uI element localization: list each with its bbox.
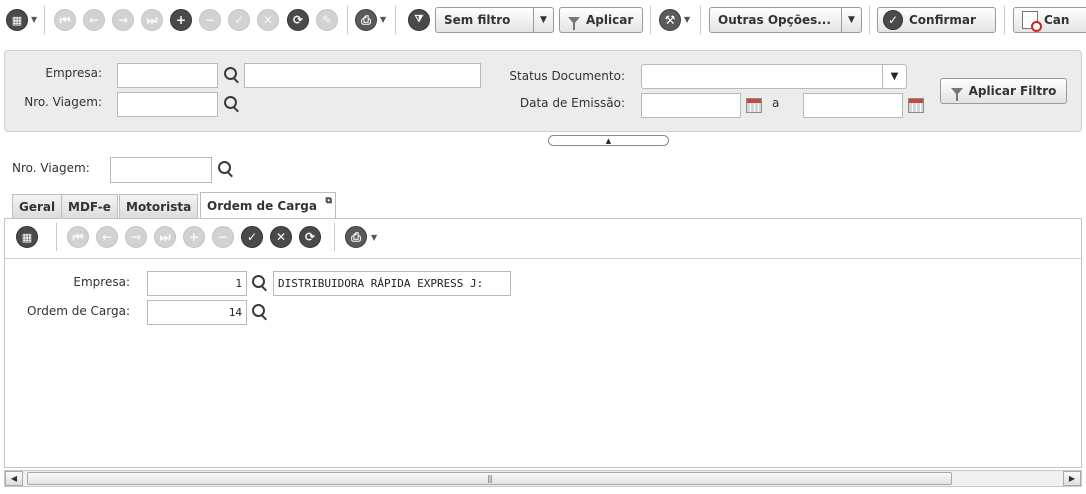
detail-empresa-label: Empresa:	[73, 275, 130, 289]
scroll-right-icon[interactable]: ▶	[1063, 471, 1081, 486]
other-options-button[interactable]: Outras Opções... ▼	[709, 7, 862, 33]
filter-empresa-code-input[interactable]	[117, 63, 218, 88]
filter-empresa-name-input[interactable]	[244, 63, 481, 88]
detail-empresa-name-input: DISTRIBUIDORA RÁPIDA EXPRESS J:	[273, 271, 511, 296]
refresh-icon[interactable]: ⟳	[299, 226, 321, 248]
previous-record-icon: ←	[83, 9, 105, 31]
filter-empresa-label: Empresa:	[45, 66, 102, 80]
chevron-down-icon[interactable]: ▼	[841, 8, 861, 32]
chevron-down-icon[interactable]: ▼	[882, 65, 906, 88]
data-emissao-end-input[interactable]	[803, 93, 903, 118]
search-icon[interactable]	[223, 95, 241, 115]
status-documento-select[interactable]: ▼	[641, 64, 907, 89]
calendar-icon[interactable]	[746, 98, 762, 113]
last-record-icon: ⏭	[154, 226, 176, 248]
refresh-icon[interactable]: ⟳	[287, 9, 309, 31]
filter-select[interactable]: Sem filtro ▼	[435, 7, 554, 33]
detail-toolbar-divider	[5, 258, 1081, 259]
filter-nro-viagem-input[interactable]	[117, 92, 218, 117]
add-record-icon: +	[183, 226, 205, 248]
search-icon[interactable]	[251, 303, 269, 323]
tab-content-panel	[4, 218, 1082, 468]
confirm-icon[interactable]: ✓	[241, 226, 263, 248]
chevron-down-icon[interactable]: ▼	[533, 8, 553, 32]
print-icon[interactable]: ⎙	[355, 9, 377, 31]
apply-filter-button[interactable]: Aplicar Filtro	[940, 78, 1067, 104]
grid-menu-icon[interactable]: ▦	[6, 9, 28, 31]
wrench-icon[interactable]: ⚒	[659, 9, 681, 31]
scrollbar-thumb[interactable]: |||	[27, 472, 952, 485]
funnel-icon	[568, 16, 580, 30]
data-emissao-start-input[interactable]	[641, 93, 741, 118]
chevron-down-icon[interactable]: ▼	[380, 15, 386, 24]
next-record-icon: →	[125, 226, 147, 248]
search-icon[interactable]	[251, 274, 269, 294]
chevron-down-icon[interactable]: ▼	[31, 15, 37, 24]
cancel-button-label: Can	[1044, 13, 1070, 27]
status-documento-label: Status Documento:	[509, 69, 625, 83]
ordem-de-carga-label: Ordem de Carga:	[27, 304, 130, 318]
grid-view-icon[interactable]: ▦	[16, 226, 38, 248]
calendar-icon[interactable]	[908, 98, 924, 113]
other-options-label: Outras Opções...	[718, 13, 831, 27]
apply-button-label: Aplicar	[586, 13, 634, 27]
cancel-icon[interactable]: ✕	[270, 226, 292, 248]
add-record-icon[interactable]: +	[170, 9, 192, 31]
search-icon[interactable]	[223, 66, 241, 86]
previous-record-icon: ←	[96, 226, 118, 248]
filter-select-label: Sem filtro	[444, 13, 511, 27]
tab-ordem-de-carga-label: Ordem de Carga	[207, 199, 317, 213]
attach-icon: ✎	[316, 9, 338, 31]
first-record-icon: ⏮	[54, 9, 76, 31]
cancel-icon: ✕	[257, 9, 279, 31]
confirm-button[interactable]: ✓ Confirmar	[877, 7, 996, 33]
confirm-icon: ✓	[228, 9, 250, 31]
filter-icon[interactable]: ⧩	[408, 9, 430, 31]
popout-icon[interactable]: ⧉	[326, 196, 332, 206]
check-icon: ✓	[883, 10, 903, 30]
scroll-left-icon[interactable]: ◀	[5, 471, 23, 486]
tab-geral-label: Geral	[19, 199, 56, 214]
apply-filter-label: Aplicar Filtro	[968, 84, 1057, 98]
horizontal-scrollbar[interactable]: ◀ ||| ▶	[4, 470, 1082, 487]
filter-nro-viagem-label: Nro. Viagem:	[24, 95, 102, 109]
detail-empresa-code-input[interactable]: 1	[147, 271, 247, 296]
remove-record-icon: −	[199, 9, 221, 31]
tab-ordem-de-carga[interactable]: Ordem de Carga ⧉	[200, 192, 336, 219]
funnel-icon	[950, 87, 963, 101]
data-emissao-label: Data de Emissão:	[519, 96, 625, 110]
apply-button[interactable]: Aplicar	[559, 7, 643, 33]
last-record-icon: ⏭	[141, 9, 163, 31]
ordem-de-carga-input[interactable]: 14	[147, 300, 247, 325]
tab-geral[interactable]: Geral	[12, 194, 63, 218]
chevron-down-icon[interactable]: ▼	[684, 15, 690, 24]
record-nro-viagem-input[interactable]	[110, 157, 212, 183]
search-icon[interactable]	[217, 160, 235, 180]
cancel-doc-icon	[1022, 11, 1042, 32]
chevron-down-icon[interactable]: ▼	[371, 233, 377, 242]
tab-mdfe[interactable]: MDF-e	[61, 194, 118, 218]
collapse-filter-toggle[interactable]: ▲	[548, 135, 669, 146]
tab-motorista[interactable]: Motorista	[119, 194, 199, 218]
cancel-button[interactable]: Can	[1013, 7, 1086, 33]
next-record-icon: →	[112, 9, 134, 31]
date-range-separator: a	[772, 96, 780, 110]
tab-motorista-label: Motorista	[126, 199, 192, 214]
first-record-icon: ⏮	[67, 226, 89, 248]
confirm-button-label: Confirmar	[909, 13, 976, 27]
tab-mdfe-label: MDF-e	[68, 199, 111, 214]
remove-record-icon: −	[212, 226, 234, 248]
chevron-up-icon: ▲	[605, 136, 612, 145]
print-icon[interactable]: ⎙	[345, 226, 367, 248]
record-nro-viagem-label: Nro. Viagem:	[12, 161, 90, 175]
